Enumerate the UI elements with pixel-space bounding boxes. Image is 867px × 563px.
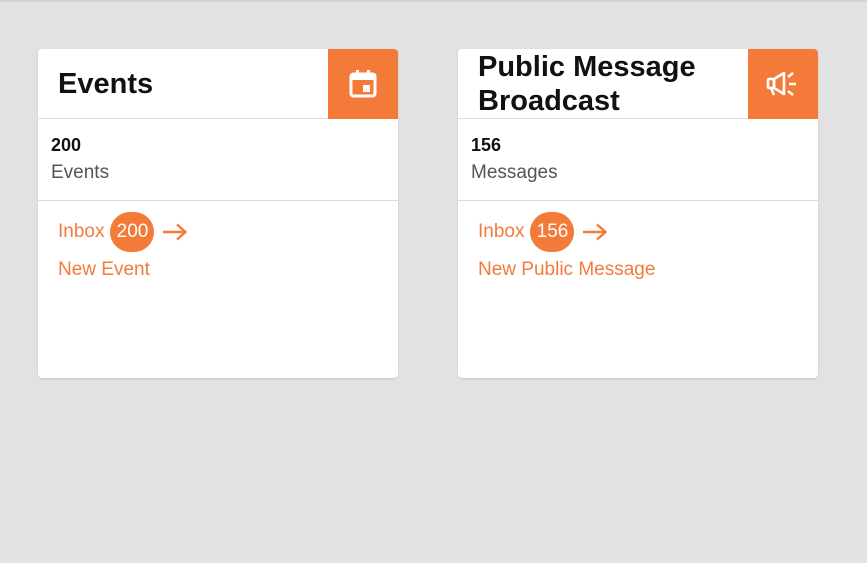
card-header: Public Message Broadcast <box>458 49 818 119</box>
card-stats: 200 Events <box>38 119 398 201</box>
card-links: Inbox 156 New Public Message <box>458 201 818 281</box>
inbox-count-badge: 156 <box>530 212 575 252</box>
broadcast-card: Public Message Broadcast 156 Messages In… <box>458 49 818 378</box>
new-event-link[interactable]: New Event <box>58 259 398 281</box>
inbox-link[interactable]: Inbox <box>478 221 524 243</box>
calendar-icon <box>328 49 398 119</box>
card-stats: 156 Messages <box>458 119 818 201</box>
card-title: Events <box>58 68 154 100</box>
top-divider <box>0 0 867 2</box>
arrow-right-icon[interactable] <box>162 222 190 242</box>
card-header: Events <box>38 49 398 119</box>
new-public-message-link[interactable]: New Public Message <box>478 259 818 281</box>
megaphone-icon <box>748 49 818 119</box>
message-count-label: Messages <box>471 162 558 183</box>
inbox-row: Inbox 200 <box>58 212 398 252</box>
event-count-label: Events <box>51 162 110 183</box>
event-count: 200 <box>51 135 82 155</box>
inbox-row: Inbox 156 <box>478 212 818 252</box>
message-count: 156 <box>471 135 502 155</box>
arrow-right-icon[interactable] <box>582 222 610 242</box>
inbox-count-badge: 200 <box>110 212 155 252</box>
inbox-link[interactable]: Inbox <box>58 221 104 243</box>
card-title: Public Message Broadcast <box>478 51 696 117</box>
card-links: Inbox 200 New Event <box>38 201 398 281</box>
events-card: Events 200 Events Inbox 200 New Event <box>38 49 398 378</box>
